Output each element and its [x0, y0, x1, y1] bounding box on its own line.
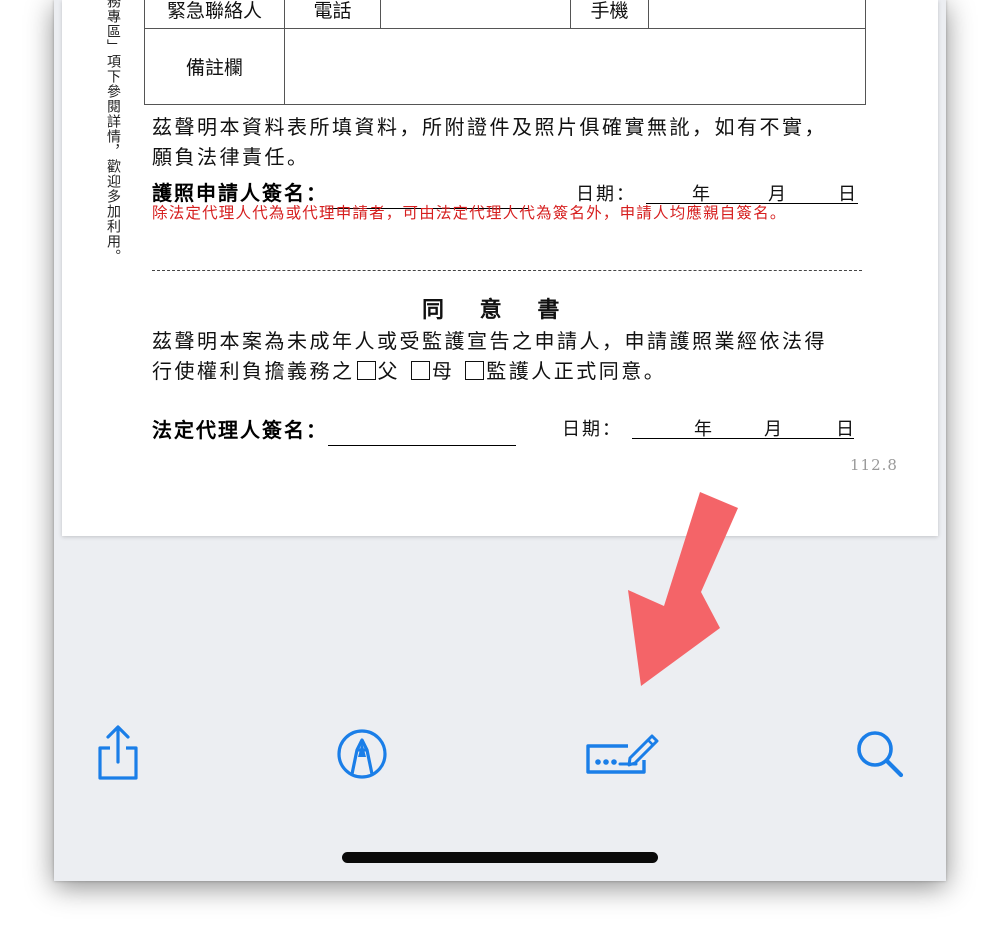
- remark-label: 備註欄: [144, 28, 285, 105]
- consent-line-1: 茲聲明本案為未成年人或受監護宣告之申請人，申請護照業經依法得: [152, 329, 827, 353]
- guardian-signature-field[interactable]: [328, 424, 516, 446]
- guardian-signature-label: 法定代理人簽名：: [152, 418, 328, 442]
- declaration-line-1: 茲聲明本資料表所填資料，所附證件及照片俱確實無訛，如有不實，: [152, 115, 827, 139]
- guardian-date-day: 日: [836, 419, 856, 440]
- guardian-date-year: 年: [694, 419, 714, 440]
- signature-warning: 除法定代理人代為或代理申請者，可由法定代理人代為簽名外，申請人均應親自簽名。: [152, 204, 787, 222]
- share-button[interactable]: [94, 724, 142, 786]
- guardian-checkbox[interactable]: [465, 361, 485, 380]
- mother-label: 母: [431, 359, 455, 383]
- guardian-date-field[interactable]: [632, 415, 854, 439]
- document-page: 務專區」項下參閱詳情，歡迎多加利用。 緊急聯絡人 電話 手機 備註欄 茲聲明本資…: [62, 0, 938, 536]
- fill-and-sign-button[interactable]: [584, 728, 660, 782]
- phone-value: [380, 0, 571, 29]
- consent-line-2: 行使權利負擔義務之父 母 監護人正式同意。: [152, 355, 666, 387]
- mother-checkbox[interactable]: [410, 361, 430, 380]
- guardian-label: 監護人正式同意。: [486, 359, 667, 383]
- father-checkbox[interactable]: [356, 361, 376, 380]
- guardian-signature-row: 法定代理人簽名：: [152, 414, 516, 446]
- applicant-date-day: 日: [838, 184, 858, 205]
- mobile-value: [648, 0, 866, 29]
- applicant-date-year: 年: [692, 184, 712, 205]
- declaration-line-2: 願負法律責任。: [152, 145, 310, 169]
- side-note: 務專區」項下參閱詳情，歡迎多加利用。: [105, 0, 121, 264]
- share-icon: [98, 725, 138, 780]
- applicant-date-label: 日期：: [576, 184, 636, 205]
- phone-label: 電話: [284, 0, 381, 29]
- markup-button[interactable]: [336, 728, 388, 784]
- applicant-date-field[interactable]: [646, 180, 858, 204]
- fill-and-sign-icon: [586, 734, 659, 774]
- form-version: 112.8: [850, 456, 898, 474]
- search-icon: [857, 731, 904, 778]
- phone-screen: 務專區」項下參閱詳情，歡迎多加利用。 緊急聯絡人 電話 手機 備註欄 茲聲明本資…: [54, 0, 946, 881]
- applicant-signature-label: 護照申請人簽名：: [152, 181, 328, 205]
- guardian-date-month: 月: [764, 419, 784, 440]
- remark-value: [284, 28, 866, 105]
- consent-title: 同 意 書: [422, 297, 574, 323]
- dashed-divider: [152, 270, 862, 271]
- mobile-label: 手機: [570, 0, 649, 29]
- guardian-date-label: 日期：: [562, 419, 622, 440]
- consent-line-2-prefix: 行使權利負擔義務之: [152, 359, 355, 383]
- search-button[interactable]: [854, 728, 906, 784]
- home-indicator[interactable]: [342, 852, 658, 863]
- contact-table: 緊急聯絡人 電話 手機 備註欄: [144, 0, 866, 105]
- contact-label: 緊急聯絡人: [144, 0, 285, 29]
- father-label: 父: [377, 359, 400, 383]
- applicant-date-month: 月: [768, 184, 788, 205]
- markup-pen-icon: [337, 729, 387, 779]
